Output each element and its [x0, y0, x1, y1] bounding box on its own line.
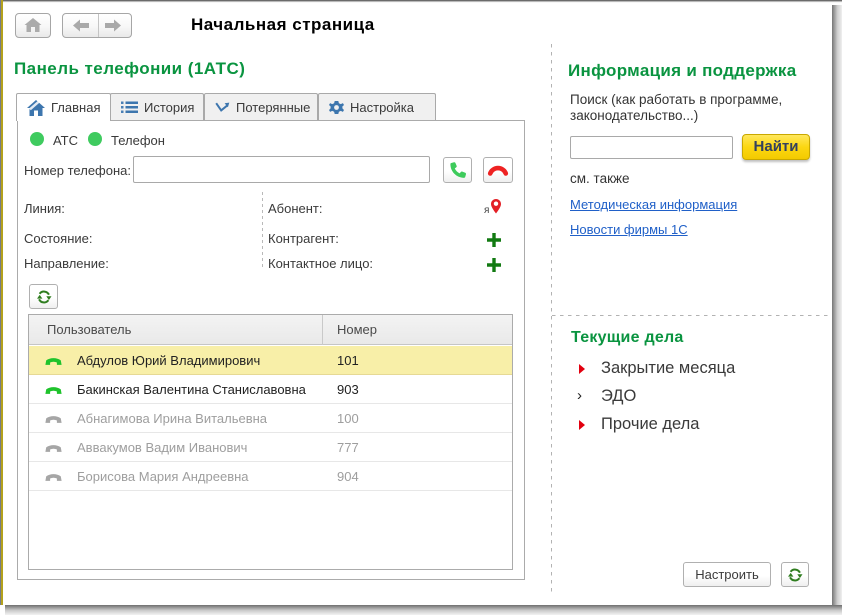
svg-text:я: я — [484, 205, 489, 216]
